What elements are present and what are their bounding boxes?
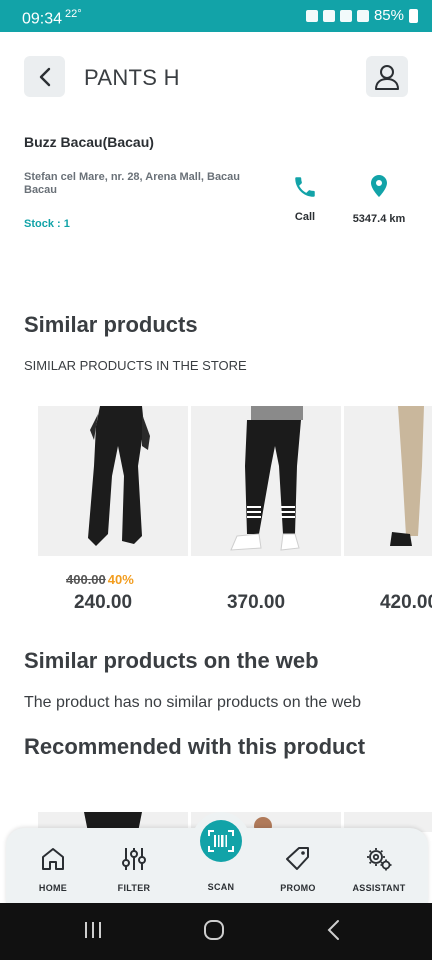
similar-products-title: Similar products [24,312,198,337]
nav-home[interactable]: HOME [18,846,88,893]
product-price: 240.00 [73,592,133,613]
web-empty-message: The product has no similar products on t… [24,694,362,711]
status-time: 09:34 22° [22,8,82,28]
wifi-icon [339,9,352,22]
home-icon [42,848,64,870]
store-stock: Stock : 1 [24,218,70,230]
filter-icon [122,848,146,870]
recent-apps-button[interactable] [84,919,102,946]
page-title: PANTS H [84,65,180,90]
user-icon [375,64,399,90]
status-bar: 09:34 22° 85% [0,0,432,32]
product-card[interactable]: 370.00 [191,406,341,613]
store-address: Stefan cel Mare, nr. 28, Arena Mall, Bac… [24,171,241,196]
call-button[interactable]: Call [290,174,320,223]
barcode-scan-icon [208,830,234,852]
nav-promo-label: PROMO [280,883,316,893]
product-old-price: 400.00 40% [66,572,134,587]
call-label: Call [294,211,316,223]
store-info: Buzz Bacau(Bacau) Stefan cel Mare, nr. 2… [24,134,408,230]
scan-button-inner[interactable] [200,820,242,862]
recommended-title: Recommended with this product [24,734,366,759]
nav-assistant[interactable]: ASSISTANT [344,846,414,893]
signal-icon [356,9,369,22]
status-icons: 85% [305,7,418,24]
tag-icon [286,847,309,870]
store-name: Buzz Bacau(Bacau) [24,134,154,150]
nav-assistant-label: ASSISTANT [352,883,406,893]
nav-scan-label: SCAN [207,882,235,892]
bottom-navigation: HOME FILTER SCAN PROMO ASSISTANT [6,812,428,904]
product-card[interactable]: 400.00 40% 240.00 [38,406,188,613]
product-image [191,406,341,556]
distance-label: 5347.4 km [352,213,406,225]
product-image [344,406,432,556]
product-price: 420.00 [379,592,432,613]
nav-filter[interactable]: FILTER [99,846,169,893]
system-navigation-bar [0,903,432,960]
profile-button[interactable] [366,56,408,97]
page-header: PANTS H [0,32,432,120]
product-card[interactable]: 420.00 [344,406,432,613]
back-arrow-icon [327,920,339,940]
web-section-title: Similar products on the web [24,648,319,673]
assistant-gear-icon [367,848,392,871]
mute-icon [322,9,335,22]
location-pin-icon [371,175,387,197]
home-system-button[interactable] [203,919,225,946]
nav-promo[interactable]: PROMO [263,846,333,893]
nav-filter-label: FILTER [117,883,151,893]
battery-level: 85% [373,7,404,24]
notification-icon [305,9,318,22]
back-system-button[interactable] [326,919,342,946]
similar-products-subtitle: SIMILAR PRODUCTS IN THE STORE [24,358,247,373]
scan-button[interactable] [192,812,250,870]
chevron-left-icon [39,67,50,86]
phone-icon [295,177,315,197]
similar-products-carousel[interactable]: 400.0040% 240.00 370.00 420.00 [38,406,432,616]
product-image [38,406,188,556]
directions-button[interactable]: 5347.4 km [344,174,414,225]
status-temperature: 22° [65,8,82,20]
product-price: 370.00 [226,592,286,613]
battery-icon [409,8,418,23]
back-button[interactable] [24,56,65,97]
recent-apps-icon [85,922,101,938]
home-circle-icon [204,920,224,940]
nav-home-label: HOME [38,883,68,893]
product-discount: 40% [107,572,134,587]
